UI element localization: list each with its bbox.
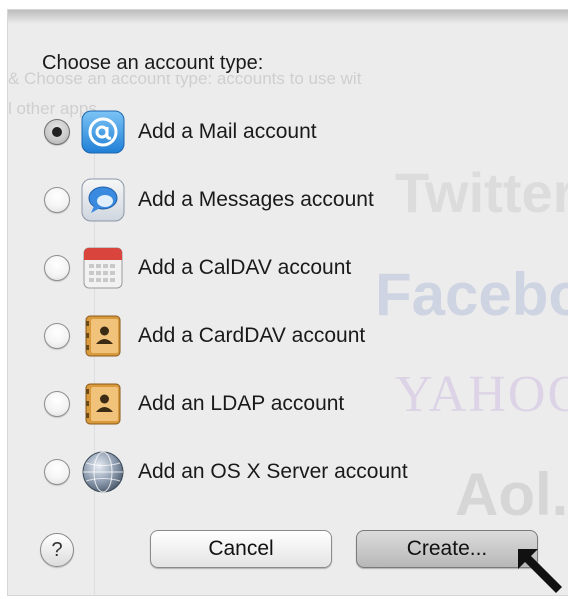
radio-mail[interactable] — [44, 119, 70, 145]
pointer-arrow-icon — [518, 549, 562, 593]
contacts-icon — [80, 313, 126, 359]
cancel-button[interactable]: Cancel — [150, 530, 332, 568]
contacts-icon — [80, 381, 126, 427]
radio-osx-server[interactable] — [44, 459, 70, 485]
option-ldap-label: Add an LDAP account — [138, 392, 345, 415]
mail-icon — [80, 109, 126, 155]
option-ldap[interactable]: Add an LDAP account — [44, 378, 344, 430]
option-caldav[interactable]: Add a CalDAV account — [44, 242, 351, 294]
radio-carddav[interactable] — [44, 323, 70, 349]
calendar-icon — [80, 245, 126, 291]
option-carddav-label: Add a CardDAV account — [138, 324, 366, 347]
radio-ldap[interactable] — [44, 391, 70, 417]
account-type-sheet: & Choose an account type: accounts to us… — [8, 10, 568, 595]
option-messages[interactable]: Add a Messages account — [44, 174, 374, 226]
background-twitter-logo: Twitter — [395, 161, 568, 224]
radio-selected-dot — [52, 127, 62, 137]
option-caldav-label: Add a CalDAV account — [138, 256, 352, 279]
option-mail[interactable]: Add a Mail account — [44, 106, 317, 158]
help-button[interactable]: ? — [40, 533, 74, 567]
option-osx-server[interactable]: Add an OS X Server account — [44, 446, 408, 498]
radio-caldav[interactable] — [44, 255, 70, 281]
create-button[interactable]: Create... — [356, 530, 538, 568]
choose-account-type-label: Choose an account type: — [42, 52, 270, 75]
option-mail-label: Add a Mail account — [138, 120, 317, 143]
option-osx-server-label: Add an OS X Server account — [138, 460, 408, 483]
sheet-top-shadow — [8, 10, 568, 24]
option-carddav[interactable]: Add a CardDAV account — [44, 310, 365, 362]
messages-icon — [80, 177, 126, 223]
server-globe-icon — [80, 449, 126, 495]
background-facebook-logo: Facebook — [375, 261, 568, 328]
help-icon: ? — [51, 538, 63, 561]
option-messages-label: Add a Messages account — [138, 188, 374, 211]
background-yahoo-logo: YAHOO — [395, 366, 568, 423]
radio-messages[interactable] — [44, 187, 70, 213]
background-aol-logo: Aol. — [455, 461, 568, 528]
